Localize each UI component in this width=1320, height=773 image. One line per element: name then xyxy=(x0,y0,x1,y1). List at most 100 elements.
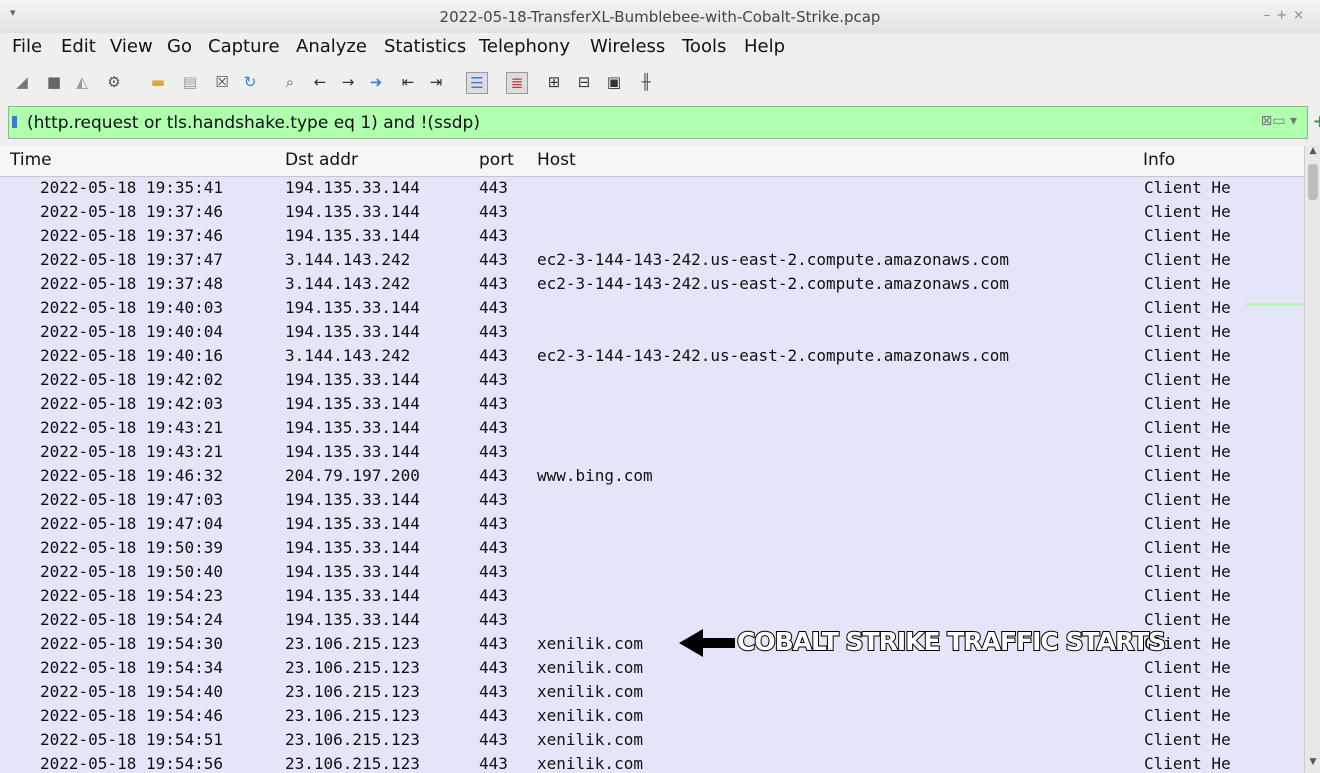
table-row[interactable]: 2022-05-18 19:54:46 23.106.215.123 443 xeni… xyxy=(0,705,1246,729)
scroll-up-icon[interactable]: ▲ xyxy=(1305,146,1320,162)
go-to-packet-icon[interactable]: ➜ xyxy=(366,72,386,92)
table-row[interactable]: 2022-05-18 19:42:03 194.135.33.144 443 Clie… xyxy=(0,393,1246,417)
cell-port: 443 xyxy=(479,706,508,725)
packet-list[interactable]: 2022-05-18 19:54:56 23.106.215.123 443 xeni… xyxy=(0,177,1304,773)
forward-arrow-icon[interactable]: → xyxy=(338,72,358,92)
cell-time: 2022-05-18 19:37:46 xyxy=(40,202,224,221)
table-row[interactable]: 2022-05-18 19:37:47 3.144.143.242 443 ec2-3… xyxy=(0,249,1246,273)
autoscroll-icon[interactable]: ☰ xyxy=(466,72,488,94)
filter-clear-apply-icon[interactable]: ⊠▭ ▾ xyxy=(1261,113,1297,129)
column-header-port[interactable]: port xyxy=(479,150,514,170)
menu-file[interactable]: File xyxy=(12,36,42,57)
filter-bookmark-icon[interactable] xyxy=(12,116,17,128)
zoom-in-icon[interactable]: ⊞ xyxy=(544,72,564,92)
first-packet-icon[interactable]: ⇤ xyxy=(398,72,418,92)
table-row[interactable]: 2022-05-18 19:50:39 194.135.33.144 443 Clie… xyxy=(0,537,1246,561)
menu-view[interactable]: View xyxy=(110,36,153,57)
zoom-out-icon[interactable]: ⊟ xyxy=(574,72,594,92)
menu-tools[interactable]: Tools xyxy=(682,36,726,57)
packet-list-header: Time Dst addr port Host Info xyxy=(0,146,1304,177)
table-row[interactable]: 2022-05-18 19:54:34 23.106.215.123 443 xeni… xyxy=(0,657,1246,681)
scrollbar-thumb[interactable] xyxy=(1308,164,1318,200)
restart-icon[interactable]: ◭ xyxy=(72,72,92,92)
cell-dst: 194.135.33.144 xyxy=(285,514,420,533)
column-header-info[interactable]: Info xyxy=(1143,150,1175,170)
display-filter-bar[interactable]: (http.request or tls.handshake.type eq 1… xyxy=(8,106,1320,139)
table-row[interactable]: 2022-05-18 19:40:03 194.135.33.144 443 Clie… xyxy=(0,297,1246,321)
cell-host: xenilik.com xyxy=(537,634,643,653)
shark-fin-start-icon[interactable]: ◢ xyxy=(12,72,32,92)
cell-info: Client He xyxy=(1144,538,1231,557)
file-icon[interactable]: ▤ xyxy=(180,72,200,92)
menu-analyze[interactable]: Analyze xyxy=(296,36,367,57)
menu-capture[interactable]: Capture xyxy=(208,36,280,57)
cell-time: 2022-05-18 19:35:41 xyxy=(40,178,224,197)
resize-columns-icon[interactable]: ╫ xyxy=(636,72,656,92)
table-row[interactable]: 2022-05-18 19:37:46 194.135.33.144 443 Clie… xyxy=(0,201,1246,225)
main-toolbar: ◢ ■ ◭ ⚙ ▬ ▤ ☒ ↻ ⌕ ← → ➜ ⇤ ⇥ ☰ ≣ ⊞ ⊟ ▣ ╫ xyxy=(0,62,1320,102)
packet-minimap[interactable] xyxy=(1246,177,1304,773)
table-row[interactable]: 2022-05-18 19:40:04 194.135.33.144 443 Clie… xyxy=(0,321,1246,345)
table-row[interactable]: 2022-05-18 19:35:41 194.135.33.144 443 Clie… xyxy=(0,177,1246,201)
table-row[interactable]: 2022-05-18 19:50:40 194.135.33.144 443 Clie… xyxy=(0,561,1246,585)
menu-edit[interactable]: Edit xyxy=(61,36,96,57)
cell-port: 443 xyxy=(479,562,508,581)
scroll-down-icon[interactable]: ▼ xyxy=(1305,757,1320,773)
display-filter-input[interactable]: (http.request or tls.handshake.type eq 1… xyxy=(27,113,480,133)
cell-dst: 194.135.33.144 xyxy=(285,538,420,557)
table-row[interactable]: 2022-05-18 19:47:03 194.135.33.144 443 Clie… xyxy=(0,489,1246,513)
cell-time: 2022-05-18 19:47:03 xyxy=(40,490,224,509)
window-controls[interactable]: –+× xyxy=(1264,8,1310,23)
column-header-dst-addr[interactable]: Dst addr xyxy=(285,150,358,170)
table-row[interactable]: 2022-05-18 19:42:02 194.135.33.144 443 Clie… xyxy=(0,369,1246,393)
table-row[interactable]: 2022-05-18 19:37:48 3.144.143.242 443 ec2-3… xyxy=(0,273,1246,297)
colorize-icon[interactable]: ≣ xyxy=(506,72,528,94)
reload-icon[interactable]: ↻ xyxy=(240,72,260,92)
table-row[interactable]: 2022-05-18 19:54:23 194.135.33.144 443 Clie… xyxy=(0,585,1246,609)
cell-time: 2022-05-18 19:42:03 xyxy=(40,394,224,413)
menu-wireless[interactable]: Wireless xyxy=(590,36,665,57)
column-header-host[interactable]: Host xyxy=(537,150,576,170)
options-gear-icon[interactable]: ⚙ xyxy=(104,72,124,92)
table-row[interactable]: 2022-05-18 19:47:04 194.135.33.144 443 Clie… xyxy=(0,513,1246,537)
cell-time: 2022-05-18 19:37:47 xyxy=(40,250,224,269)
stop-icon[interactable]: ■ xyxy=(44,72,64,92)
cell-port: 443 xyxy=(479,754,508,773)
table-row[interactable]: 2022-05-18 19:54:56 23.106.215.123 443 xeni… xyxy=(0,753,1246,773)
column-header-time[interactable]: Time xyxy=(10,150,52,170)
cell-info: Client He xyxy=(1144,442,1231,461)
table-row[interactable]: 2022-05-18 19:54:51 23.106.215.123 443 xeni… xyxy=(0,729,1246,753)
cell-dst: 23.106.215.123 xyxy=(285,658,420,677)
table-row[interactable]: 2022-05-18 19:46:32 204.79.197.200 443 www.… xyxy=(0,465,1246,489)
cell-time: 2022-05-18 19:40:04 xyxy=(40,322,224,341)
menu-telephony[interactable]: Telephony xyxy=(479,36,570,57)
search-icon[interactable]: ⌕ xyxy=(280,72,300,92)
last-packet-icon[interactable]: ⇥ xyxy=(426,72,446,92)
menu-go[interactable]: Go xyxy=(167,36,192,57)
table-row[interactable]: 2022-05-18 19:40:16 3.144.143.242 443 ec2-3… xyxy=(0,345,1246,369)
annotation-label: COBALT STRIKE TRAFFIC STARTS xyxy=(736,626,1167,657)
cell-host: ec2-3-144-143-242.us-east-2.compute.amaz… xyxy=(537,250,1010,269)
close-file-icon[interactable]: ☒ xyxy=(212,72,232,92)
cell-dst: 23.106.215.123 xyxy=(285,730,420,749)
cell-info: Client He xyxy=(1144,274,1231,293)
cell-info: Client He xyxy=(1144,586,1231,605)
table-row[interactable]: 2022-05-18 19:43:21 194.135.33.144 443 Clie… xyxy=(0,441,1246,465)
menu-help[interactable]: Help xyxy=(744,36,785,57)
open-folder-icon[interactable]: ▬ xyxy=(148,72,168,92)
table-row[interactable]: 2022-05-18 19:43:21 194.135.33.144 443 Clie… xyxy=(0,417,1246,441)
add-filter-button-icon[interactable]: + xyxy=(1313,112,1320,132)
normal-size-icon[interactable]: ▣ xyxy=(604,72,624,92)
cell-time: 2022-05-18 19:54:23 xyxy=(40,586,224,605)
vertical-scrollbar[interactable]: ▲ ▼ xyxy=(1304,146,1320,773)
cell-host: xenilik.com xyxy=(537,730,643,749)
table-row[interactable]: 2022-05-18 19:37:46 194.135.33.144 443 Clie… xyxy=(0,225,1246,249)
cell-dst: 194.135.33.144 xyxy=(285,298,420,317)
cell-dst: 3.144.143.242 xyxy=(285,346,411,365)
back-arrow-icon[interactable]: ← xyxy=(310,72,330,92)
cell-host: www.bing.com xyxy=(537,466,653,485)
cell-info: Client He xyxy=(1144,562,1231,581)
menu-statistics[interactable]: Statistics xyxy=(384,36,466,57)
cell-dst: 194.135.33.144 xyxy=(285,562,420,581)
table-row[interactable]: 2022-05-18 19:54:40 23.106.215.123 443 xeni… xyxy=(0,681,1246,705)
